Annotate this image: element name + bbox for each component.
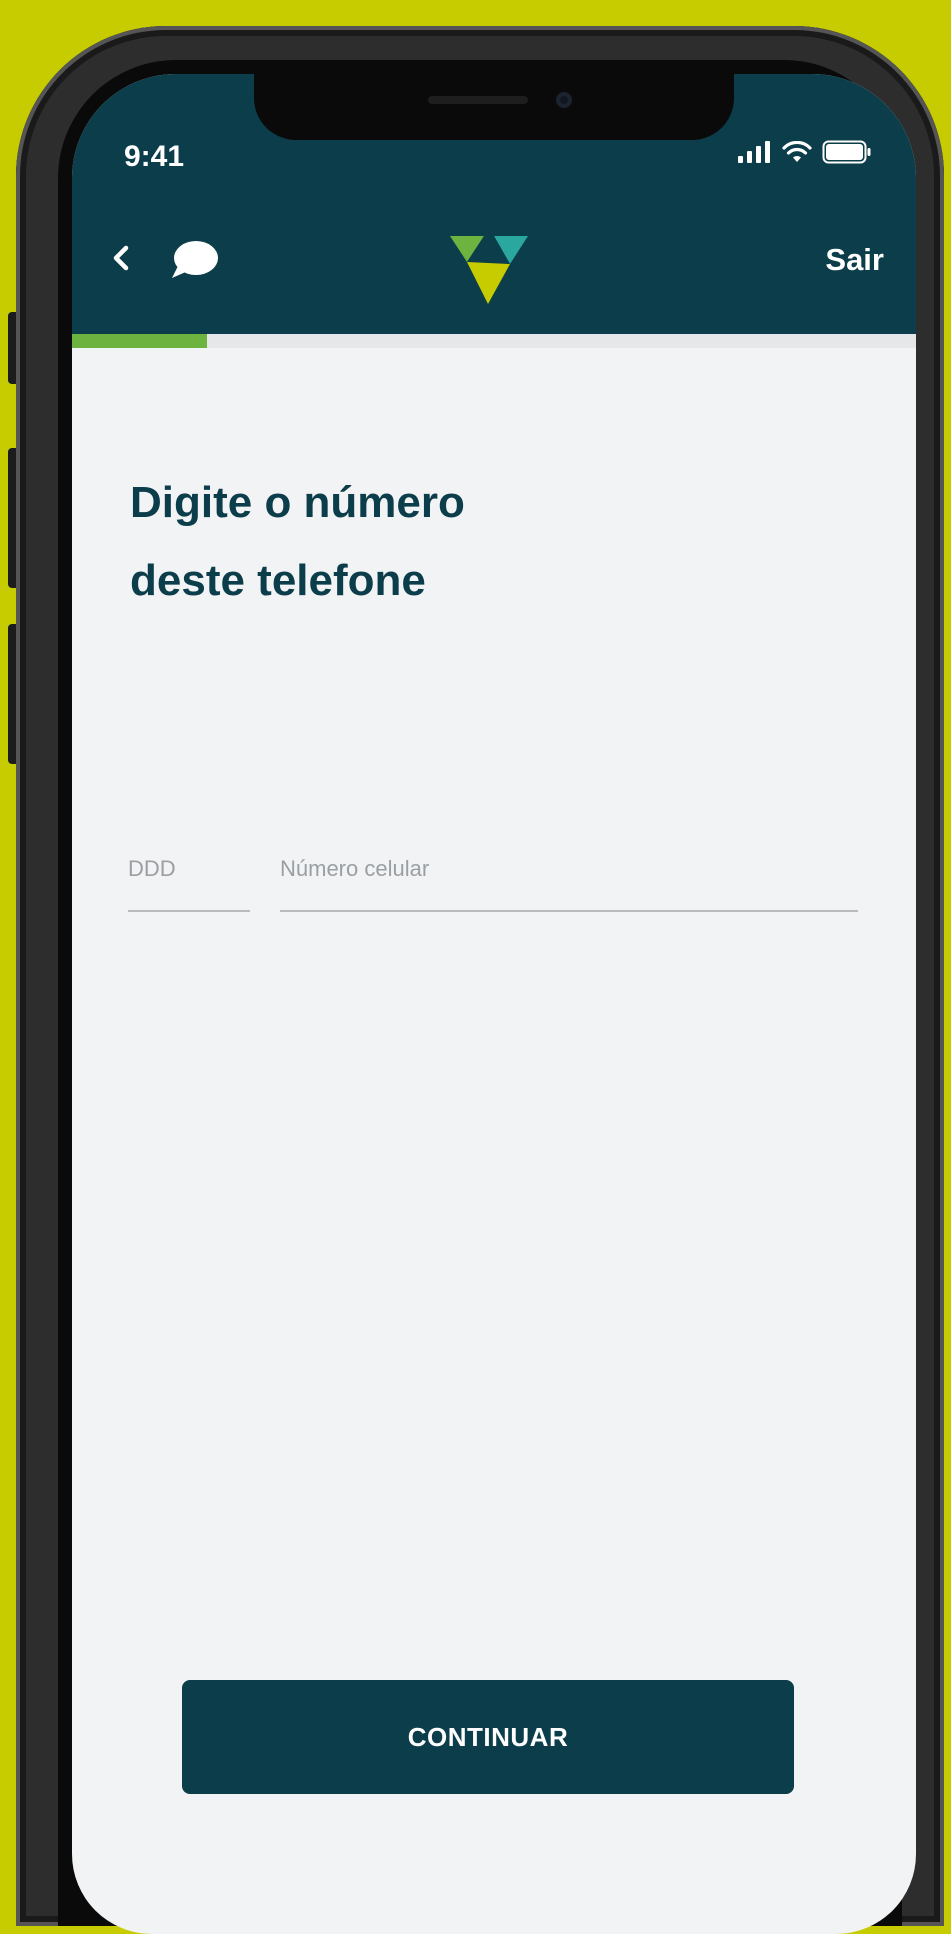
battery-icon [822, 140, 871, 164]
phone-number-field[interactable] [280, 910, 858, 912]
page-title: Digite o número deste telefone [130, 464, 830, 620]
progress-bar [72, 334, 916, 348]
signal-icon [738, 141, 770, 163]
front-camera [556, 92, 572, 108]
continue-button[interactable]: CONTINUAR [182, 1680, 794, 1794]
status-time: 9:41 [124, 140, 185, 173]
chevron-left-icon [113, 245, 129, 271]
title-line-1: Digite o número [130, 478, 465, 527]
ddd-field[interactable] [128, 910, 250, 912]
progress-fill [72, 334, 208, 348]
logo-icon [450, 236, 528, 304]
phone-screen: 9:41 Sair Digite o número deste telefone… [72, 74, 916, 1934]
chat-bubble-icon [172, 241, 218, 278]
phone-number-label: Número celular [280, 856, 430, 881]
logout-button[interactable]: Sair [825, 242, 884, 278]
status-icons [738, 140, 872, 164]
title-line-2: deste telefone [130, 556, 426, 605]
ddd-label: DDD [128, 856, 176, 881]
wifi-icon [782, 141, 812, 162]
back-button[interactable] [102, 238, 142, 278]
phone-frame: 9:41 Sair Digite o número deste telefone… [16, 26, 944, 1934]
chat-button[interactable] [166, 236, 222, 284]
app-header: 9:41 Sair [72, 74, 916, 334]
app-logo [450, 232, 530, 306]
speaker [428, 96, 528, 104]
notch [254, 74, 734, 140]
